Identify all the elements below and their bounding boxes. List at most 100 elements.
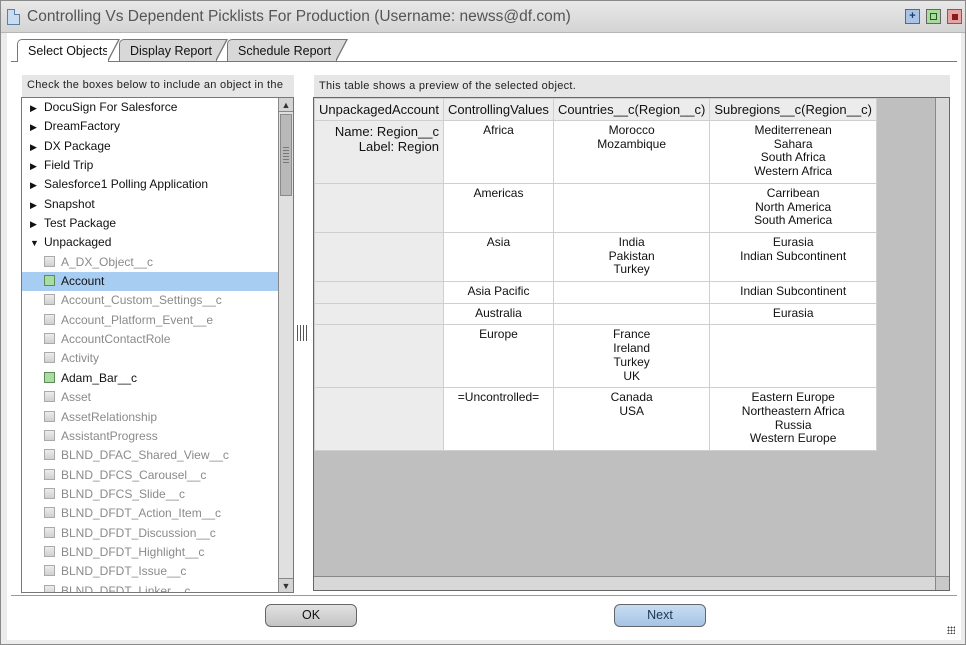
- object-label: BLND_DFDT_Discussion__c: [61, 525, 216, 540]
- object-list-item[interactable]: BLND_DFAC_Shared_View__c: [22, 446, 280, 465]
- object-list-item[interactable]: AssetRelationship: [22, 408, 280, 427]
- object-list-item[interactable]: BLND_DFDT_Highlight__c: [22, 543, 280, 562]
- object-checkbox[interactable]: [44, 507, 55, 519]
- object-checkbox[interactable]: [44, 391, 55, 403]
- pane-splitter-handle[interactable]: [297, 325, 307, 341]
- field-info-cell: [314, 302, 444, 326]
- object-checkbox[interactable]: [44, 584, 55, 592]
- object-list-item[interactable]: BLND_DFCS_Carousel__c: [22, 466, 280, 485]
- object-tree-scrollbar[interactable]: ▲ ▼: [278, 98, 293, 592]
- tree-group-item[interactable]: ▶ Snapshot: [22, 195, 280, 214]
- object-checkbox[interactable]: [44, 313, 55, 325]
- object-list-item[interactable]: BLND_DFCS_Slide__c: [22, 485, 280, 504]
- object-checkbox[interactable]: [44, 487, 55, 499]
- tree-group-item[interactable]: ▶ Test Package: [22, 214, 280, 233]
- subregions-cell: Carribean North America South America: [709, 182, 877, 233]
- object-list-item[interactable]: Account_Platform_Event__e: [22, 311, 280, 330]
- object-checkbox[interactable]: [44, 468, 55, 480]
- object-list-item[interactable]: Account: [22, 272, 280, 292]
- object-checkbox[interactable]: [44, 352, 55, 364]
- collapsed-arrow-icon[interactable]: ▶: [30, 118, 44, 137]
- collapsed-arrow-icon[interactable]: ▶: [30, 157, 44, 176]
- object-checkbox[interactable]: [44, 545, 55, 557]
- object-checkbox[interactable]: [44, 565, 55, 577]
- object-checkbox[interactable]: [44, 371, 55, 383]
- close-button[interactable]: [947, 9, 962, 24]
- object-list-item[interactable]: BLND_DFDT_Action_Item__c: [22, 504, 280, 523]
- object-checkbox[interactable]: [44, 275, 55, 287]
- grip-icon: [283, 147, 289, 163]
- scroll-down-arrow-icon[interactable]: ▼: [279, 578, 293, 592]
- controlling-value-cell: Asia Pacific: [442, 281, 554, 304]
- table-row: Europe France Ireland Turkey UK: [314, 324, 877, 389]
- object-list-item[interactable]: BLND_DFDT_Issue__c: [22, 562, 280, 581]
- collapsed-arrow-icon[interactable]: ▶: [30, 138, 44, 157]
- object-checkbox[interactable]: [44, 255, 55, 267]
- window-title: Controlling Vs Dependent Picklists For P…: [27, 8, 571, 25]
- tree-group-label: Salesforce1 Polling Application: [44, 177, 209, 192]
- ok-button[interactable]: OK: [265, 604, 357, 627]
- object-label: Activity: [61, 351, 100, 366]
- tree-group-item[interactable]: ▶ Field Trip: [22, 156, 280, 175]
- column-header-object: UnpackagedAccount: [314, 98, 444, 121]
- object-checkbox[interactable]: [44, 333, 55, 345]
- object-list-item[interactable]: AccountContactRole: [22, 330, 280, 349]
- column-header-countries: Countries__c(Region__c): [552, 98, 711, 121]
- countries-cell: Canada USA: [552, 387, 711, 452]
- object-checkbox[interactable]: [44, 526, 55, 538]
- countries-cell: France Ireland Turkey UK: [552, 324, 711, 389]
- object-list-instructions: Check the boxes below to include an obje…: [22, 75, 294, 97]
- object-label: BLND_DFDT_Highlight__c: [61, 544, 205, 559]
- app-window: Controlling Vs Dependent Picklists For P…: [0, 0, 966, 645]
- object-list-item[interactable]: Account_Custom_Settings__c: [22, 291, 280, 310]
- object-checkbox[interactable]: [44, 410, 55, 422]
- object-label: Account_Custom_Settings__c: [61, 293, 222, 308]
- preview-horizontal-scrollbar[interactable]: [314, 576, 936, 590]
- preview-vertical-scrollbar[interactable]: [935, 98, 949, 576]
- object-list-item[interactable]: BLND_DFDT_Discussion__c: [22, 524, 280, 543]
- resize-grip-icon[interactable]: [947, 626, 955, 634]
- next-button[interactable]: Next: [614, 604, 706, 627]
- controlling-value-cell: =Uncontrolled=: [442, 387, 554, 452]
- tree-group-item[interactable]: ▶ DocuSign For Salesforce: [22, 98, 280, 117]
- object-checkbox[interactable]: [44, 429, 55, 441]
- object-label: BLND_DFCS_Carousel__c: [61, 467, 207, 482]
- collapsed-arrow-icon[interactable]: ▶: [30, 99, 44, 118]
- subregions-cell: Indian Subcontinent: [709, 281, 877, 304]
- countries-cell: [552, 281, 711, 304]
- object-checkbox[interactable]: [44, 449, 55, 461]
- object-list-item[interactable]: A_DX_Object__c: [22, 253, 280, 272]
- tree-group-item[interactable]: ▶ DreamFactory: [22, 117, 280, 136]
- object-list-item[interactable]: Asset: [22, 388, 280, 407]
- object-label: BLND_DFDT_Linker__c: [61, 583, 191, 593]
- scroll-up-arrow-icon[interactable]: ▲: [279, 98, 293, 112]
- tab-schedule-report[interactable]: Schedule Report: [227, 39, 348, 62]
- tree-group-item[interactable]: ▶ DX Package: [22, 137, 280, 156]
- collapsed-arrow-icon[interactable]: ▶: [30, 196, 44, 215]
- maximize-button[interactable]: [926, 9, 941, 24]
- object-list-item[interactable]: Adam_Bar__c: [22, 369, 280, 388]
- object-tree[interactable]: ▶ DocuSign For Salesforce ▶ DreamFactory ▶ DX…: [21, 97, 294, 593]
- table-row: =Uncontrolled= Canada USA Eastern Europe Nor…: [314, 387, 877, 452]
- subregions-cell: Eurasia Indian Subcontinent: [709, 231, 877, 283]
- expanded-arrow-icon[interactable]: ▼: [30, 234, 44, 253]
- object-list-item[interactable]: AssistantProgress: [22, 427, 280, 446]
- countries-cell: Morocco Mozambique: [552, 120, 711, 184]
- object-checkbox[interactable]: [44, 294, 55, 306]
- plus-icon: +: [909, 10, 916, 22]
- collapsed-arrow-icon[interactable]: ▶: [30, 176, 44, 195]
- object-list-item[interactable]: Activity: [22, 349, 280, 368]
- table-header-row: UnpackagedAccount ControllingValues Coun…: [314, 98, 877, 121]
- scrollbar-thumb[interactable]: [280, 114, 292, 196]
- tab-select-objects[interactable]: Select Objects: [17, 39, 120, 62]
- tree-group-item[interactable]: ▼ Unpackaged: [22, 233, 280, 252]
- object-label: BLND_DFDT_Issue__c: [61, 564, 187, 579]
- object-list-item[interactable]: BLND_DFDT_Linker__c: [22, 582, 280, 593]
- tab-display-report[interactable]: Display Report: [119, 39, 228, 62]
- collapsed-arrow-icon[interactable]: ▶: [30, 215, 44, 234]
- tree-group-item[interactable]: ▶ Salesforce1 Polling Application: [22, 175, 280, 194]
- tree-group-label: DX Package: [44, 138, 111, 153]
- object-label: AssistantProgress: [61, 428, 158, 443]
- object-label: BLND_DFDT_Action_Item__c: [61, 506, 222, 521]
- add-window-button[interactable]: +: [905, 9, 920, 24]
